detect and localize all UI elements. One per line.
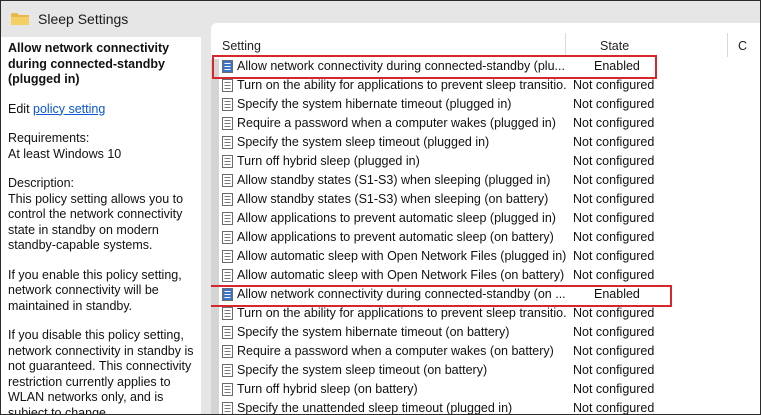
enable-text: If you enable this policy setting, netwo… <box>8 267 182 313</box>
highlight-box <box>211 285 672 307</box>
setting-name: Specify the unattended sleep timeout (pl… <box>237 401 513 414</box>
disable-text: If you disable this policy setting, netw… <box>8 328 194 414</box>
table-row[interactable]: Allow standby states (S1-S3) when sleepi… <box>211 171 760 190</box>
settings-rows: Allow network connectivity during connec… <box>211 57 760 414</box>
setting-state: Not configured <box>573 173 655 187</box>
column-header-state[interactable]: State <box>600 39 629 53</box>
table-row[interactable]: Require a password when a computer wakes… <box>211 114 760 133</box>
table-row[interactable]: Allow applications to prevent automatic … <box>211 209 760 228</box>
policy-setting-icon <box>222 155 233 168</box>
policy-setting-icon <box>222 136 233 149</box>
policy-setting-icon <box>222 345 233 358</box>
setting-name: Allow standby states (S1-S3) when sleepi… <box>237 173 551 187</box>
description-pane: Allow network connectivity during connec… <box>1 37 201 414</box>
setting-name: Turn on the ability for applications to … <box>237 306 567 320</box>
list-header: Setting State C <box>211 23 760 57</box>
table-row[interactable]: Specify the system sleep timeout (on bat… <box>211 361 760 380</box>
policy-setting-icon <box>222 326 233 339</box>
setting-state: Not configured <box>573 230 655 244</box>
policy-setting-icon <box>222 193 233 206</box>
setting-state: Not configured <box>573 78 655 92</box>
highlight-box <box>212 55 657 79</box>
setting-state: Not configured <box>573 211 655 225</box>
setting-state: Not configured <box>573 306 655 320</box>
policy-setting-icon <box>222 231 233 244</box>
table-row[interactable]: Specify the system sleep timeout (plugge… <box>211 133 760 152</box>
setting-state: Not configured <box>573 344 655 358</box>
setting-name: Specify the system sleep timeout (plugge… <box>237 135 490 149</box>
policy-setting-icon <box>222 250 233 263</box>
setting-name: Turn off hybrid sleep (plugged in) <box>237 154 420 168</box>
table-row[interactable]: Allow applications to prevent automatic … <box>211 228 760 247</box>
table-row[interactable]: Specify the unattended sleep timeout (pl… <box>211 399 760 414</box>
table-row[interactable]: Require a password when a computer wakes… <box>211 342 760 361</box>
policy-heading: Allow network connectivity during connec… <box>8 41 170 86</box>
setting-state: Not configured <box>573 116 655 130</box>
policy-setting-icon <box>222 307 233 320</box>
setting-name: Require a password when a computer wakes… <box>237 116 556 130</box>
table-row[interactable]: Allow standby states (S1-S3) when sleepi… <box>211 190 760 209</box>
column-divider[interactable] <box>565 33 566 57</box>
policy-setting-icon <box>222 364 233 377</box>
setting-state: Not configured <box>573 154 655 168</box>
setting-name: Specify the system sleep timeout (on bat… <box>237 363 488 377</box>
setting-name: Allow applications to prevent automatic … <box>237 211 556 225</box>
policy-setting-icon <box>222 383 233 396</box>
setting-name: Turn on the ability for applications to … <box>237 78 567 92</box>
setting-state: Not configured <box>573 325 655 339</box>
policy-setting-icon <box>222 174 233 187</box>
policy-setting-icon <box>222 79 233 92</box>
setting-state: Not configured <box>573 382 655 396</box>
setting-name: Allow automatic sleep with Open Network … <box>237 268 565 282</box>
setting-name: Require a password when a computer wakes… <box>237 344 554 358</box>
table-row[interactable]: Allow automatic sleep with Open Network … <box>211 266 760 285</box>
table-row[interactable]: Specify the system hibernate timeout (pl… <box>211 95 760 114</box>
setting-state: Not configured <box>573 192 655 206</box>
requirements-label: Requirements: <box>8 131 90 145</box>
policy-setting-icon <box>222 212 233 225</box>
setting-state: Not configured <box>573 363 655 377</box>
setting-name: Allow automatic sleep with Open Network … <box>237 249 567 263</box>
pane-splitter[interactable] <box>201 37 211 414</box>
column-divider[interactable] <box>727 33 728 57</box>
setting-state: Not configured <box>573 401 655 414</box>
folder-icon <box>11 13 29 25</box>
table-row[interactable]: Allow automatic sleep with Open Network … <box>211 247 760 266</box>
column-header-setting[interactable]: Setting <box>222 39 261 53</box>
setting-name: Specify the system hibernate timeout (on… <box>237 325 510 339</box>
settings-list: Setting State C Allow network connectivi… <box>211 23 760 414</box>
setting-name: Specify the system hibernate timeout (pl… <box>237 97 512 111</box>
setting-state: Not configured <box>573 97 655 111</box>
setting-name: Turn off hybrid sleep (on battery) <box>237 382 418 396</box>
policy-setting-icon <box>222 98 233 111</box>
policy-setting-icon <box>222 402 233 414</box>
setting-name: Allow applications to prevent automatic … <box>237 230 554 244</box>
policy-setting-icon <box>222 269 233 282</box>
column-header-comment[interactable]: C <box>738 39 747 53</box>
sleep-settings-window: Sleep Settings Allow network connectivit… <box>0 0 761 415</box>
setting-name: Allow standby states (S1-S3) when sleepi… <box>237 192 549 206</box>
requirements-value: At least Windows 10 <box>8 146 122 161</box>
setting-state: Not configured <box>573 268 655 282</box>
window-title: Sleep Settings <box>38 11 129 27</box>
description-text: This policy setting allows you to contro… <box>8 191 184 253</box>
table-row[interactable]: Specify the system hibernate timeout (on… <box>211 323 760 342</box>
table-row[interactable]: Turn off hybrid sleep (on battery) Not co… <box>211 380 760 399</box>
description-label: Description: <box>8 176 74 190</box>
setting-state: Not configured <box>573 135 655 149</box>
edit-line: Edit policy setting <box>8 101 106 116</box>
policy-setting-icon <box>222 117 233 130</box>
policy-setting-link[interactable]: policy setting <box>33 102 105 116</box>
setting-state: Not configured <box>573 249 655 263</box>
table-row[interactable]: Turn off hybrid sleep (plugged in) Not co… <box>211 152 760 171</box>
